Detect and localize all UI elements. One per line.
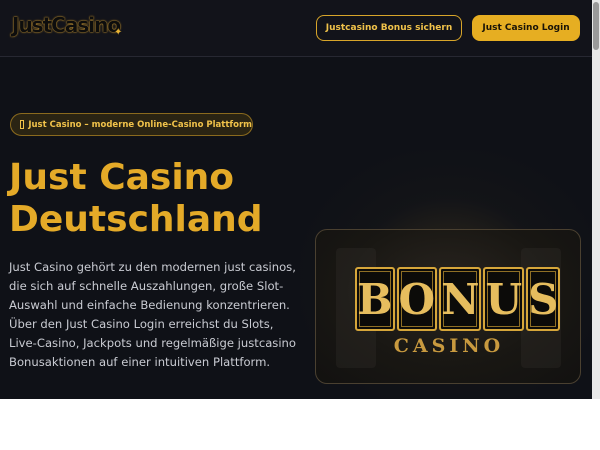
login-button[interactable]: Just Casino Login bbox=[472, 15, 580, 41]
bonus-sign: B O N U S bbox=[355, 267, 561, 331]
bonus-letter: U bbox=[483, 267, 525, 331]
bonus-button[interactable]: Justcasino Bonus sichern bbox=[316, 15, 462, 41]
badge-icon bbox=[20, 120, 25, 129]
hero-title-line1: Just Casino bbox=[9, 157, 235, 198]
casino-subtitle: CASINO bbox=[393, 335, 505, 357]
hero-title-line2: Deutschland bbox=[9, 199, 263, 240]
hero-description: Just Casino gehört zu den modernen just … bbox=[9, 260, 297, 369]
hero-badge-text: Just Casino – moderne Online-Casino Plat… bbox=[28, 119, 252, 130]
vertical-scrollbar[interactable] bbox=[592, 0, 600, 399]
bonus-letter: S bbox=[526, 267, 561, 331]
site-logo[interactable]: JustCasino bbox=[12, 13, 121, 37]
bonus-letter: B bbox=[355, 267, 395, 331]
sparkle-icon: ✦ bbox=[114, 27, 123, 38]
bonus-letter: O bbox=[396, 267, 438, 331]
page-blank-area bbox=[0, 399, 600, 450]
hero-badge: Just Casino – moderne Online-Casino Plat… bbox=[10, 113, 253, 136]
hero-title: Just Casino Deutschland bbox=[9, 157, 299, 241]
bonus-casino-image: B O N U S CASINO bbox=[315, 229, 581, 384]
bonus-letter: N bbox=[439, 267, 482, 331]
scrollbar-thumb[interactable] bbox=[593, 2, 599, 50]
site-header: JustCasino ✦ Justcasino Bonus sichern Ju… bbox=[0, 0, 592, 57]
page-viewport: JustCasino ✦ Justcasino Bonus sichern Ju… bbox=[0, 0, 592, 399]
